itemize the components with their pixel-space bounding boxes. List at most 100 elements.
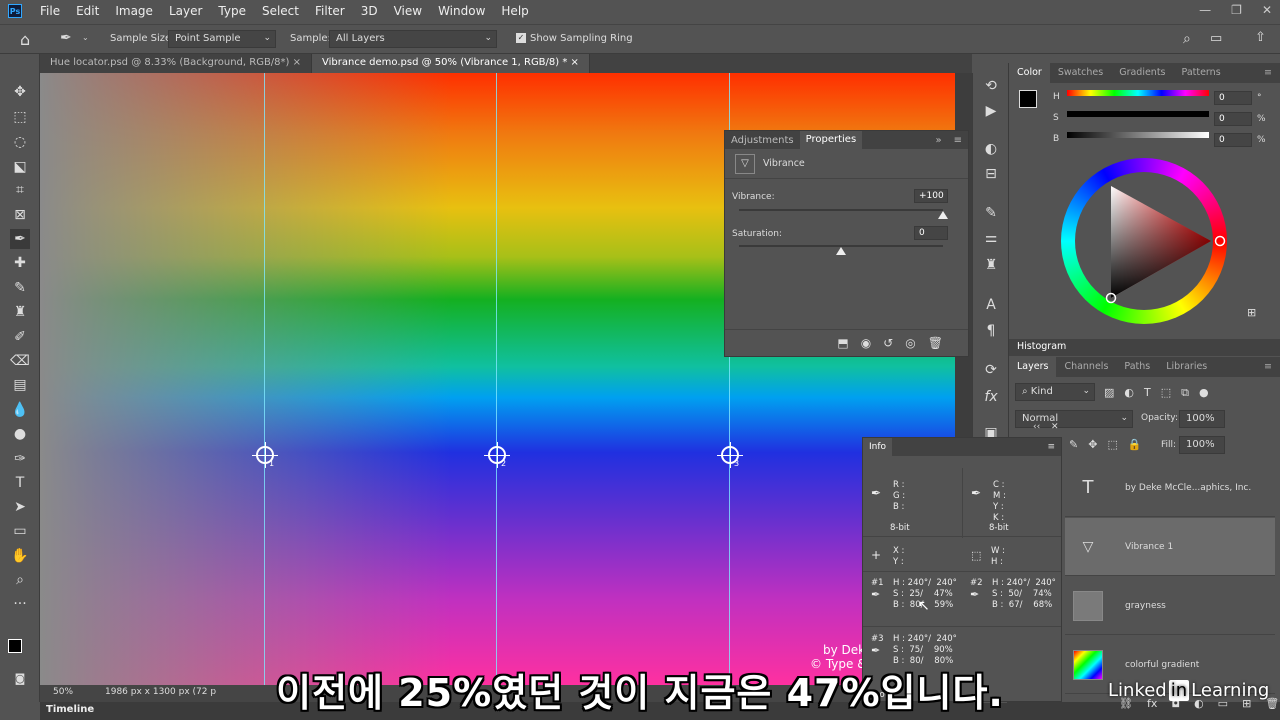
pixel-filter-icon[interactable]: ▨ [1104,386,1114,400]
layer-row[interactable]: grayness [1065,577,1275,635]
brush-settings-icon[interactable]: ✎ [982,205,1000,223]
hand-tool-icon[interactable]: ✋ [10,546,30,566]
tab-channels[interactable]: Channels [1056,357,1116,377]
histogram-header[interactable]: Histogram [1009,339,1280,356]
more-tools-icon[interactable]: ··· [10,594,30,614]
brightness-slider[interactable] [1067,132,1209,138]
collapse-icon[interactable]: ‹‹ [1033,422,1040,432]
home-icon[interactable]: ⌂ [20,30,30,49]
move-tool-icon[interactable]: ✥ [10,82,30,102]
clone-source-icon[interactable]: ♜ [982,257,1000,275]
visibility-eye-icon[interactable]: ◎ [905,336,915,357]
gradient-tool-icon[interactable]: ▤ [10,375,30,395]
menu-type[interactable]: Type [210,4,254,18]
tab-gradients[interactable]: Gradients [1111,63,1173,83]
opacity-input[interactable]: 100% [1179,410,1225,428]
menu-3d[interactable]: 3D [353,4,386,18]
foreground-color-swatch[interactable] [1019,90,1037,108]
info-title[interactable]: Info [863,438,893,456]
actions-play-icon[interactable]: ▶ [982,103,1000,121]
close-icon[interactable]: × [293,57,301,68]
tab-layers[interactable]: Layers [1009,357,1057,377]
zoom-tool-icon[interactable]: ⌕ [10,570,30,590]
vibrance-slider-knob[interactable] [938,211,948,219]
expand-icon[interactable]: ⊞ [1247,306,1256,319]
panel-menu-icon[interactable]: ≡ [1047,442,1061,452]
menu-select[interactable]: Select [254,4,307,18]
close-icon[interactable]: ✕ [1051,422,1059,432]
crop-tool-icon[interactable]: ⌗ [10,180,30,200]
layer-kind-filter[interactable]: ⌕ Kind ⌄ [1015,383,1095,401]
hue-value-input[interactable]: 0 [1214,91,1252,105]
saturation-slider-knob[interactable] [836,247,846,255]
menu-layer[interactable]: Layer [161,4,210,18]
smart-object-filter-icon[interactable]: ⧉ [1181,386,1189,400]
adjustments-icon[interactable]: ◐ [982,141,1000,159]
saturation-value-input[interactable]: 0 [1214,112,1252,126]
delete-icon[interactable]: 🗑 [928,336,943,357]
guide-line[interactable] [496,73,497,685]
shape-filter-icon[interactable]: ⬚ [1161,386,1171,400]
panel-menu-icon[interactable]: ≡ [1256,63,1280,83]
eyedropper-tool-icon[interactable]: ✒ [10,229,30,249]
tab-adjustments[interactable]: Adjustments [725,135,800,146]
sampling-ring-checkbox[interactable]: ✓ [516,33,526,43]
type-filter-icon[interactable]: T [1144,386,1151,400]
properties-icon[interactable]: ⊟ [982,166,1000,184]
lock-position-icon[interactable]: ✥ [1088,438,1097,451]
tab-libraries[interactable]: Libraries [1158,357,1215,377]
layer-row-selected[interactable]: ▽ Vibrance 1 [1065,518,1275,576]
tab-vibrance-demo[interactable]: Vibrance demo.psd @ 50% (Vibrance 1, RGB… [312,54,590,73]
guide-line[interactable] [264,73,265,685]
tab-properties[interactable]: Properties [799,131,863,149]
foreground-color-swatch[interactable] [8,639,22,653]
view-previous-icon[interactable]: ◉ [861,336,871,357]
reset-icon[interactable]: ↺ [883,336,893,357]
tab-color[interactable]: Color [1009,63,1050,83]
brush-tool-icon[interactable]: ✎ [10,278,30,298]
color-triangle[interactable] [1061,158,1227,324]
tab-paths[interactable]: Paths [1116,357,1158,377]
workspace-icon[interactable]: ▭ [1210,31,1222,46]
3d-icon[interactable]: ⟳ [982,362,1000,380]
type-tool-icon[interactable]: T [10,473,30,493]
menu-file[interactable]: File [32,4,68,18]
tab-hue-locator[interactable]: Hue locator.psd @ 8.33% (Background, RGB… [40,54,313,73]
history-brush-icon[interactable]: ✐ [10,327,30,347]
brushes-icon[interactable]: ⚌ [982,230,1000,248]
lock-pixels-icon[interactable]: ✎ [1069,438,1078,451]
menu-window[interactable]: Window [430,4,493,18]
share-icon[interactable]: ⇧ [1255,30,1266,45]
brightness-value-input[interactable]: 0 [1214,133,1252,147]
search-icon[interactable]: ⌕ [1183,31,1191,47]
tab-swatches[interactable]: Swatches [1050,63,1111,83]
character-icon[interactable]: A [982,297,1000,315]
menu-edit[interactable]: Edit [68,4,107,18]
marquee-tool-icon[interactable]: ⬚ [10,107,30,127]
lock-all-icon[interactable]: 🔒 [1128,438,1142,451]
menu-help[interactable]: Help [493,4,536,18]
menu-filter[interactable]: Filter [307,4,353,18]
tab-patterns[interactable]: Patterns [1174,63,1229,83]
close-window-icon[interactable]: ✕ [1262,3,1272,17]
eraser-tool-icon[interactable]: ⌫ [10,351,30,371]
minimize-icon[interactable]: — [1199,3,1211,17]
menu-image[interactable]: Image [107,4,161,18]
eyedropper-tool-icon[interactable]: ✒ [60,30,72,46]
blur-tool-icon[interactable]: 💧 [10,400,30,420]
clip-to-layer-icon[interactable]: ⬒ [837,336,848,357]
styles-fx-icon[interactable]: fx [982,389,1000,407]
panel-menu-icon[interactable]: ≡ [1256,357,1280,377]
sample-select[interactable]: All Layers ⌄ [329,30,497,48]
stamp-tool-icon[interactable]: ♜ [10,302,30,322]
sample-size-select[interactable]: Point Sample ⌄ [168,30,276,48]
saturation-value-input[interactable]: 0 [914,226,948,240]
object-select-tool-icon[interactable]: ⬕ [10,157,30,177]
adjustment-filter-icon[interactable]: ◐ [1124,386,1134,400]
lock-artboard-icon[interactable]: ⬚ [1107,438,1117,451]
panel-menu-icon[interactable]: ≡ [948,135,968,146]
chevron-down-icon[interactable]: ⌄ [82,33,89,42]
paragraph-icon[interactable]: ¶ [982,323,1000,341]
restore-icon[interactable]: ❐ [1231,3,1242,17]
lasso-tool-icon[interactable]: ◌ [10,132,30,152]
